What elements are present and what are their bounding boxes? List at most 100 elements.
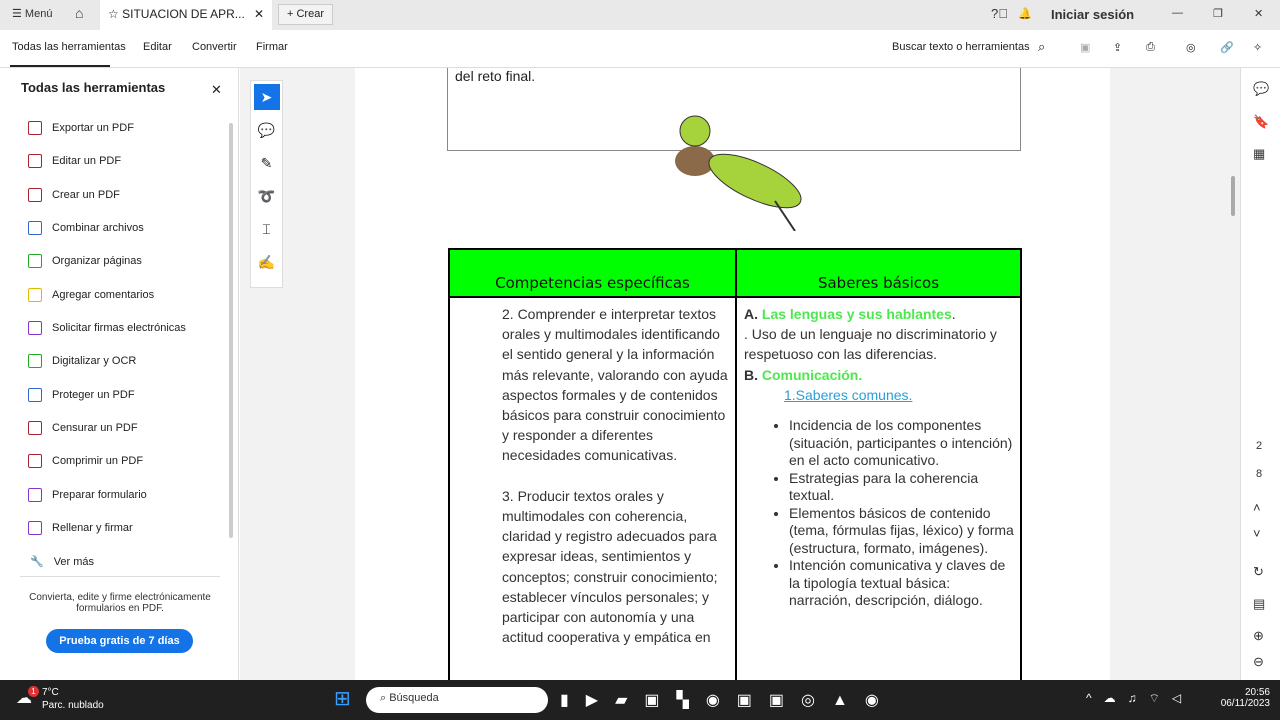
scroll-mode-icon[interactable]: ▤ xyxy=(1253,596,1265,612)
section-a-text: . Uso de un lenguaje no discriminatorio … xyxy=(744,326,997,363)
list-item: Intención comunicativa y claves de la ti… xyxy=(789,557,1014,610)
form-icon xyxy=(28,488,42,502)
tool-label: Organizar páginas xyxy=(52,255,142,267)
page-current[interactable]: 2 xyxy=(1256,440,1262,452)
tool-export[interactable]: Exportar un PDF xyxy=(28,121,134,135)
tool-protect[interactable]: Proteger un PDF xyxy=(28,388,135,402)
competency-2: 2. Comprender e interpretar textos orale… xyxy=(502,306,728,464)
rotate-icon[interactable]: ↻ xyxy=(1253,564,1264,580)
saberes-comunes-link[interactable]: 1.Saberes comunes. xyxy=(744,385,1014,405)
upload-icon[interactable]: ⇪ xyxy=(1113,41,1122,54)
tool-more[interactable]: 🔧 Ver más xyxy=(30,555,95,569)
link-icon[interactable]: 🔗 xyxy=(1220,41,1234,54)
help-icon[interactable]: ?⃝ xyxy=(991,6,1008,21)
taskbar-apps[interactable]: ▮▶▰▣▚◉▣▣◎▲◉ xyxy=(560,690,896,710)
top-text: del reto final. xyxy=(455,68,536,84)
start-icon[interactable]: ⊞ xyxy=(334,689,351,709)
taskbar-search[interactable]: ⌕ Búsqueda xyxy=(366,687,548,713)
tab-title: SITUACION DE APR... xyxy=(122,7,245,21)
home-icon[interactable]: ⌂ xyxy=(75,5,83,21)
page-total: 8 xyxy=(1256,468,1263,480)
edit-icon xyxy=(28,154,42,168)
tool-redact[interactable]: Censurar un PDF xyxy=(28,421,138,435)
clock[interactable]: 20:56 06/11/2023 xyxy=(1221,687,1270,709)
header-competencias: Competencias específicas xyxy=(448,248,737,298)
panel-scrollbar[interactable] xyxy=(229,123,233,538)
menu-all-tools[interactable]: Todas las herramientas xyxy=(12,41,126,53)
tool-create[interactable]: Crear un PDF xyxy=(28,188,120,202)
request-sign-icon xyxy=(28,321,42,335)
wrench-icon: 🔧 xyxy=(30,556,44,568)
tool-form[interactable]: Preparar formulario xyxy=(28,488,147,502)
tool-comment[interactable]: Agregar comentarios xyxy=(28,288,154,302)
protect-icon xyxy=(28,388,42,402)
bookmark-icon[interactable]: 🔖 xyxy=(1253,114,1269,130)
tool-label: Editar un PDF xyxy=(52,155,122,167)
search-tools[interactable]: Buscar texto o herramientas xyxy=(892,41,1030,53)
share-icon[interactable]: ◎ xyxy=(1186,41,1196,54)
menu-sign[interactable]: Firmar xyxy=(256,41,288,53)
menu-convert[interactable]: Convertir xyxy=(192,41,237,53)
create-pdf-icon xyxy=(28,188,42,202)
tool-organize[interactable]: Organizar páginas xyxy=(28,254,142,268)
select-cursor-icon[interactable]: ➤ xyxy=(253,84,280,110)
maximize-button[interactable]: ❐ xyxy=(1213,7,1223,20)
search-icon[interactable]: ⌕ xyxy=(1038,39,1045,55)
close-window-button[interactable]: ✕ xyxy=(1254,7,1263,20)
thumbnails-icon[interactable]: ▦ xyxy=(1253,146,1265,162)
page-up-icon[interactable]: ˄ xyxy=(1253,500,1261,515)
page-down-icon[interactable]: ˅ xyxy=(1253,526,1261,541)
list-item: Incidencia de los componentes (situación… xyxy=(789,417,1014,470)
close-tab-icon[interactable]: ✕ xyxy=(254,7,264,21)
add-comment-icon[interactable]: 💬 xyxy=(254,117,280,143)
tool-label: Exportar un PDF xyxy=(52,122,134,134)
header-saberes: Saberes básicos xyxy=(735,248,1022,298)
tool-compress[interactable]: Comprimir un PDF xyxy=(28,454,143,468)
taskbar: ☁ 1 7°C Parc. nublado ⊞ ⌕ Búsqueda ▮▶▰▣▚… xyxy=(0,680,1280,720)
save-icon[interactable]: ▣ xyxy=(1080,41,1090,54)
tool-fill-sign[interactable]: Rellenar y firmar xyxy=(28,521,133,535)
menu-edit[interactable]: Editar xyxy=(143,41,172,53)
tool-edit[interactable]: Editar un PDF xyxy=(28,154,121,168)
print-icon[interactable]: ⎙ xyxy=(1146,41,1155,54)
tool-label: Digitalizar y OCR xyxy=(52,355,137,367)
tool-combine[interactable]: Combinar archivos xyxy=(28,221,144,235)
trial-button[interactable]: Prueba gratis de 7 días xyxy=(46,629,193,653)
document-tab[interactable]: ☆ SITUACION DE APR... ✕ xyxy=(100,0,272,30)
saberes-list: Incidencia de los componentes (situación… xyxy=(789,417,1014,610)
tool-ocr[interactable]: Digitalizar y OCR xyxy=(28,354,136,368)
signin-button[interactable]: Iniciar sesión xyxy=(1051,7,1134,22)
tools-panel: Todas las herramientas ✕ Exportar un PDF… xyxy=(0,68,239,680)
right-rail: 💬 🔖 ▦ 2 8 ˄ ˅ ↻ ▤ ⊕ ⊖ xyxy=(1240,68,1280,680)
comments-icon[interactable]: 💬 xyxy=(1253,81,1269,97)
pen-icon[interactable]: ✎ xyxy=(254,150,280,176)
close-panel-icon[interactable]: ✕ xyxy=(211,82,222,98)
sign-icon[interactable]: ✍ xyxy=(254,249,280,275)
minimize-button[interactable]: — xyxy=(1172,7,1183,19)
zoom-out-icon[interactable]: ⊖ xyxy=(1253,654,1264,670)
star-icon[interactable]: ☆ xyxy=(108,7,119,21)
section-b-title: Comunicación. xyxy=(761,366,863,383)
section-b-label: B. xyxy=(744,366,758,383)
create-button[interactable]: + Crear xyxy=(278,4,333,25)
ai-icon[interactable]: ✧ xyxy=(1253,41,1262,54)
list-item: Estrategias para la coherencia textual. xyxy=(789,470,1014,505)
section-a-title: Las lenguas y sus hablantes xyxy=(761,306,952,322)
tool-request-sign[interactable]: Solicitar firmas electrónicas xyxy=(28,321,186,335)
document-scrollbar[interactable] xyxy=(1231,176,1235,216)
create-label: Crear xyxy=(296,8,324,20)
redact-icon xyxy=(28,421,42,435)
text-select-icon[interactable]: ⌶ xyxy=(254,216,280,242)
tool-label: Preparar formulario xyxy=(52,489,147,501)
grasshopper-illustration xyxy=(675,115,802,231)
tool-label: Rellenar y firmar xyxy=(52,522,133,534)
combine-icon xyxy=(28,221,42,235)
tool-label: Proteger un PDF xyxy=(52,389,135,401)
compress-icon xyxy=(28,454,42,468)
system-tray-icons[interactable]: ^☁♫⌔◁ xyxy=(1086,691,1193,706)
menu-button[interactable]: ☰ Menú xyxy=(12,7,52,20)
lasso-icon[interactable]: ➰ xyxy=(254,183,280,209)
bell-icon[interactable]: 🔔 xyxy=(1018,7,1032,20)
tool-label: Ver más xyxy=(53,555,95,568)
zoom-in-icon[interactable]: ⊕ xyxy=(1253,628,1264,644)
